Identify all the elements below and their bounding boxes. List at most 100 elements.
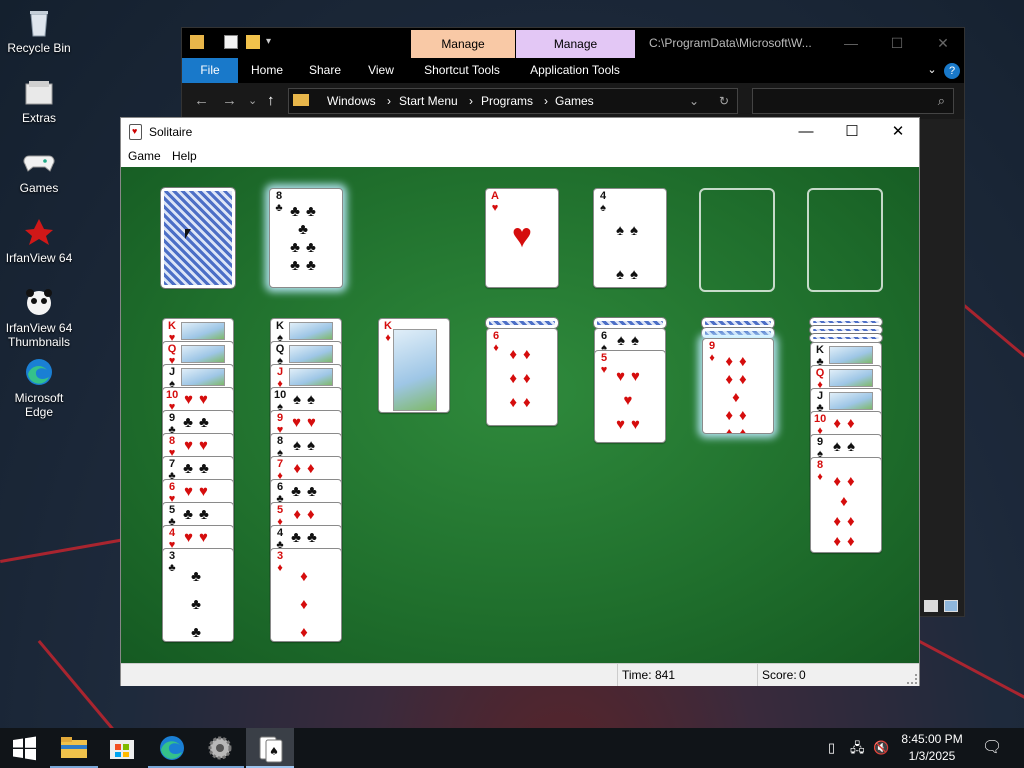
menu-help[interactable]: Help <box>172 146 197 167</box>
customize-toolbar-icon[interactable]: ▾ <box>266 35 280 49</box>
time-label: Time: <box>617 664 652 686</box>
breadcrumb-separator: › <box>544 94 548 108</box>
tab-home[interactable]: Home <box>242 58 292 83</box>
clock-date: 1/3/2025 <box>908 749 956 763</box>
background-line <box>918 640 1024 709</box>
tab-application-tools[interactable]: Application Tools <box>520 58 630 83</box>
search-icon: ⌕ <box>937 93 945 108</box>
search-input[interactable]: ⌕ <box>752 88 954 114</box>
folder-icon <box>293 94 309 106</box>
tableau-card-3-clubs[interactable]: 3 ♣ ♣ ♣ ♣ <box>162 548 234 642</box>
maximize-button[interactable]: ☐ <box>829 118 875 146</box>
solitaire-window[interactable]: Solitaire — ☐ ✕ Game Help 8♣ ♣♣♣♣♣♣♣ A♥ … <box>120 117 920 686</box>
irfanview-thumbnails-icon <box>26 289 52 315</box>
tab-shortcut-tools[interactable]: Shortcut Tools <box>414 58 510 83</box>
close-button[interactable]: ✕ <box>875 118 921 146</box>
foundation-4-spades[interactable]: 4 ♠ ♠♠ ♠♠ <box>593 188 667 288</box>
desktop-icon-irfanview[interactable]: IrfanView 64 <box>0 216 78 265</box>
up-arrow-icon[interactable]: ↑ <box>267 92 275 110</box>
notifications-icon[interactable]: 🗨 <box>982 728 1002 768</box>
status-bar: Time: 841 Score: 0 <box>121 663 919 686</box>
taskbar-clock[interactable]: 8:45:00 PM 1/3/2025 <box>892 731 972 765</box>
desktop-icon-irfanview-thumbnails[interactable]: IrfanView 64 Thumbnails <box>0 286 78 349</box>
foundation-empty-slot[interactable] <box>699 188 775 292</box>
help-icon[interactable]: ? <box>944 63 960 79</box>
window-path-title: C:\ProgramData\Microsoft\W... <box>649 36 812 50</box>
tab-file[interactable]: File <box>182 58 238 83</box>
usb-device-icon[interactable]: ▯ <box>828 728 835 768</box>
score-label: Score: <box>757 664 797 686</box>
face-down-card <box>701 327 775 339</box>
maximize-button[interactable]: ☐ <box>874 28 920 58</box>
dropdown-icon[interactable]: ⌄ <box>689 89 699 113</box>
breadcrumb-programs[interactable]: Programs <box>481 89 533 113</box>
chevron-down-icon[interactable]: ⌄ <box>920 58 944 83</box>
minimize-button[interactable]: — <box>783 118 829 146</box>
solitaire-app-icon <box>129 124 142 140</box>
properties-icon[interactable] <box>224 35 238 49</box>
background-line <box>37 640 118 734</box>
refresh-icon[interactable]: ↻ <box>719 89 729 113</box>
desktop-icon-games[interactable]: Games <box>0 146 78 195</box>
face-down-card <box>809 333 883 343</box>
tableau-card-6-diamonds[interactable]: 6 ♦ ♦♦ ♦♦ ♦♦ <box>486 328 558 426</box>
breadcrumb-start-menu[interactable]: Start Menu <box>399 89 458 113</box>
tableau-card-8-diamonds[interactable]: 8 ♦ ♦♦ ♦ ♦♦ ♦♦ <box>810 457 882 553</box>
network-icon[interactable]: 🖧 <box>850 728 865 768</box>
tableau-card-5-hearts[interactable]: 5 ♥ ♥♥ ♥ ♥♥ <box>594 350 666 443</box>
resize-grip-icon[interactable] <box>907 674 917 684</box>
time-value: 841 <box>655 668 676 682</box>
settings-gear-icon[interactable] <box>196 728 244 768</box>
minimize-button[interactable]: — <box>828 28 874 58</box>
edge-icon <box>26 359 52 385</box>
window-title: Solitaire <box>149 125 193 139</box>
new-folder-icon[interactable] <box>246 35 260 49</box>
stock-pile[interactable] <box>160 187 236 289</box>
recent-locations-icon[interactable]: ⌄ <box>248 92 257 110</box>
game-table: 8 ♣ ♣♣ ♣ ♣♣ ♣♣ A ♥ ♥ 4 ♠ ♠♠ ♠♠ K ♥ Q ♥ J ♠ 10 ♥ ♥♥ 9… <box>121 167 919 663</box>
contextual-tab-shortcut[interactable]: Manage <box>411 30 515 58</box>
tab-share[interactable]: Share <box>302 58 348 83</box>
menu-bar: Game Help <box>121 146 919 167</box>
address-input[interactable]: Windows › Start Menu › Programs › Games … <box>288 88 738 114</box>
tableau-card-k-diamonds[interactable]: K ♦ <box>378 318 450 413</box>
breadcrumb-separator: › <box>387 94 391 108</box>
breadcrumb-windows[interactable]: Windows <box>327 89 376 113</box>
foundation-ace-hearts[interactable]: A ♥ ♥ <box>485 188 559 288</box>
close-button[interactable]: ✕ <box>920 28 966 58</box>
details-view-icon[interactable] <box>924 600 938 612</box>
desktop-icon-edge[interactable]: Microsoft Edge <box>0 356 78 419</box>
desktop-icon-extras[interactable]: Extras <box>0 76 78 125</box>
solitaire-icon[interactable]: ♠ <box>246 728 294 768</box>
file-explorer-icon[interactable] <box>50 728 98 768</box>
breadcrumb-games[interactable]: Games <box>555 89 594 113</box>
contextual-tab-application[interactable]: Manage <box>516 30 635 58</box>
tableau-card-9-diamonds[interactable]: 9 ♦ ♦♦ ♦♦ ♦ ♦♦ ♦♦ <box>702 338 774 434</box>
explorer-titlebar: ▾ Manage Manage C:\ProgramData\Microsoft… <box>182 28 964 58</box>
card-face-illustration <box>393 329 437 411</box>
gamepad-icon <box>23 155 55 172</box>
edge-icon[interactable] <box>148 728 196 768</box>
folder-icon <box>25 81 53 105</box>
face-down-card <box>809 317 883 327</box>
background-line <box>958 300 1024 361</box>
menu-game[interactable]: Game <box>128 146 161 167</box>
mouse-cursor-icon <box>185 229 191 239</box>
forward-arrow-icon[interactable]: → <box>222 92 237 110</box>
foundation-empty-slot[interactable] <box>807 188 883 292</box>
clock-time: 8:45:00 PM <box>901 732 963 746</box>
volume-muted-icon[interactable]: 🔇 <box>873 728 889 768</box>
recycle-bin-icon <box>30 11 48 37</box>
desktop-icon-recycle-bin[interactable]: Recycle Bin <box>0 6 78 55</box>
back-arrow-icon[interactable]: ← <box>194 92 209 110</box>
score-value: 0 <box>799 668 806 682</box>
waste-card-8-clubs[interactable]: 8 ♣ ♣♣ ♣ ♣♣ ♣♣ <box>269 188 343 288</box>
large-icons-view-icon[interactable] <box>944 600 958 612</box>
tab-view[interactable]: View <box>358 58 404 83</box>
folder-icon[interactable] <box>190 35 204 49</box>
taskbar: ♠ ▯ 🖧 🔇 8:45:00 PM 1/3/2025 🗨 <box>0 728 1024 768</box>
start-icon[interactable] <box>0 728 48 768</box>
tableau-card-3-diamonds[interactable]: 3 ♦ ♦ ♦ ♦ <box>270 548 342 642</box>
store-icon[interactable] <box>98 728 146 768</box>
address-bar-row: ← → ⌄ ↑ Windows › Start Menu › Programs … <box>182 83 964 119</box>
